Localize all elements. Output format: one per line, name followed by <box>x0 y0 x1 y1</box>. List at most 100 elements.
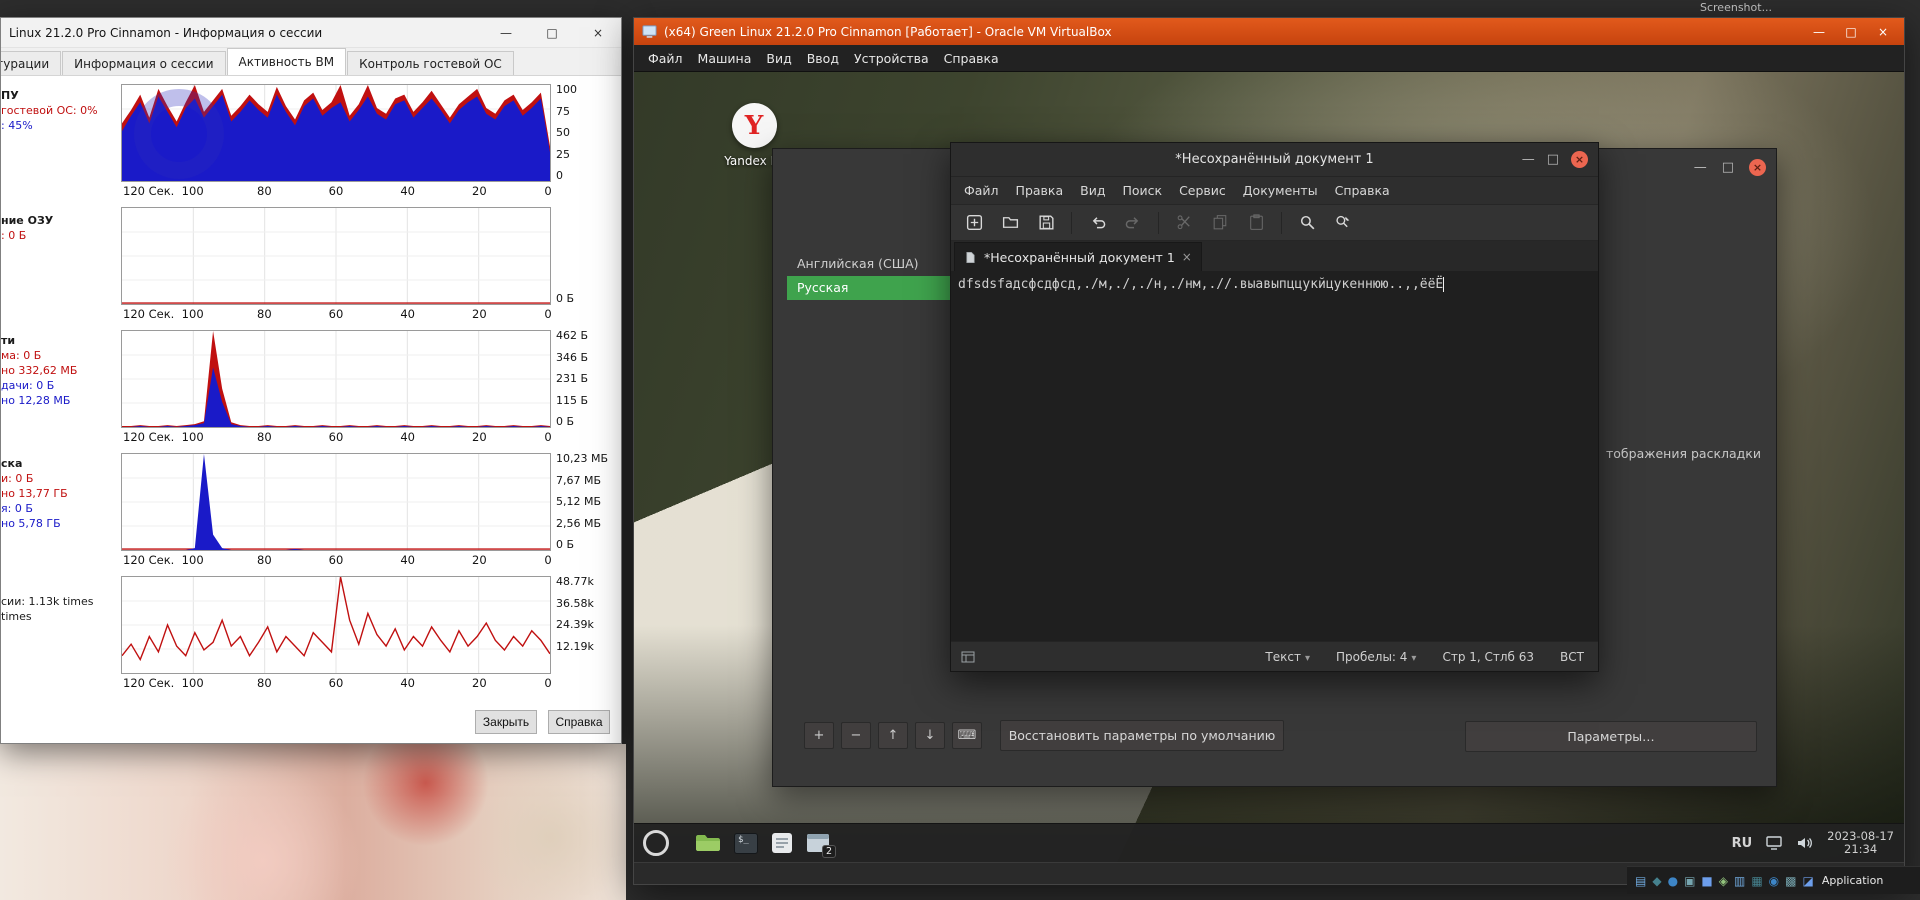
chart-vm-exits: сии: 1.13k times times 120 Сек. 100 80 60 40 20… <box>1 576 621 691</box>
chart-label-fragment: : 0 Б <box>1 229 27 242</box>
tray-app-label[interactable]: Application <box>1822 874 1883 887</box>
tray-icon[interactable]: ◆ <box>1652 875 1661 887</box>
session-tab[interactable]: гурации <box>1 51 62 75</box>
tray-icon[interactable]: ▦ <box>1751 875 1762 887</box>
vm-menu-item[interactable]: Файл <box>648 51 683 66</box>
tab-width-dropdown[interactable]: Пробелы: 4 ▾ <box>1336 650 1416 664</box>
vm-menu-item[interactable]: Машина <box>698 51 752 66</box>
layout-toolbar-button[interactable]: ↑ <box>878 722 908 749</box>
x-axis-label: 80 <box>257 430 272 444</box>
tray-icon[interactable]: ▣ <box>1684 875 1695 887</box>
chart-network: ти ма: 0 Б но 332,62 МБ дачи: 0 Б но 12,28 М… <box>1 330 621 445</box>
editor-menu-item[interactable]: Сервис <box>1179 183 1226 198</box>
keyboard-layout-indicator[interactable]: RU <box>1732 836 1753 851</box>
close-icon[interactable]: × <box>1571 151 1588 168</box>
vm-menu-item[interactable]: Устройства <box>854 51 929 66</box>
replace-button[interactable] <box>1332 212 1354 234</box>
minimize-icon[interactable]: — <box>1694 160 1707 175</box>
layout-toolbar-button[interactable]: + <box>804 722 834 749</box>
vm-activity-charts: ПУ гостевой ОС: 0%: 45% 120 Сек. 100 80 60 40 2… <box>1 84 621 699</box>
copy-button[interactable] <box>1209 212 1231 234</box>
tab-close-icon[interactable]: × <box>1182 250 1192 264</box>
x-axis-label: 60 <box>328 676 344 690</box>
vm-menu-item[interactable]: Вид <box>766 51 791 66</box>
x-axis-label: 20 <box>472 553 487 567</box>
chart-disk: ска и: 0 Б но 13,77 ГБ я: 0 Б но 5,78 ГБ 120 … <box>1 453 621 568</box>
x-axis-label: 40 <box>400 184 415 198</box>
clock[interactable]: 2023-08-17 21:34 <box>1827 830 1894 856</box>
file-manager-icon[interactable] <box>695 833 721 853</box>
restore-defaults-button[interactable]: Восстановить параметры по умолчанию <box>1000 720 1284 751</box>
y-axis-label <box>556 250 621 262</box>
vm-menu-item[interactable]: Справка <box>944 51 999 66</box>
session-window-titlebar[interactable]: Linux 21.2.0 Pro Cinnamon - Информация о… <box>1 18 621 48</box>
x-axis-label: 40 <box>400 430 415 444</box>
network-icon[interactable] <box>1765 835 1783 851</box>
editor-titlebar[interactable]: *Несохранённый документ 1 — □ × <box>951 143 1598 177</box>
x-axis-label: 80 <box>257 553 272 567</box>
tray-icon[interactable]: ■ <box>1701 875 1712 887</box>
terminal-icon[interactable]: $_ <box>734 832 758 854</box>
editor-text-area[interactable]: dfsdsfадсфсдфсд,./м,./,./н,./нм,.//.выав… <box>951 271 1598 641</box>
close-icon[interactable]: × <box>1868 25 1898 39</box>
find-button[interactable] <box>1296 212 1318 234</box>
x-axis-label: 0 <box>544 553 552 567</box>
tray-icon[interactable]: ◪ <box>1803 875 1814 887</box>
maximize-icon[interactable]: □ <box>1722 160 1734 175</box>
vm-activity-content: ПУ гостевой ОС: 0%: 45% 120 Сек. 100 80 60 40 2… <box>1 76 621 743</box>
y-axis-label <box>556 207 621 219</box>
close-button[interactable]: Закрыть <box>475 710 537 734</box>
y-axis-label: 462 Б <box>556 329 589 342</box>
save-button[interactable] <box>1035 212 1057 234</box>
undo-button[interactable] <box>1086 212 1108 234</box>
session-tab[interactable]: Информация о сессии <box>62 51 226 75</box>
menu-button[interactable] <box>643 830 669 856</box>
tray-icon[interactable]: ● <box>1668 875 1678 887</box>
paste-button[interactable] <box>1245 212 1267 234</box>
maximize-icon[interactable]: □ <box>529 18 575 47</box>
editor-menu-item[interactable]: Справка <box>1335 183 1390 198</box>
minimize-icon[interactable]: — <box>483 18 529 47</box>
layout-toolbar-button[interactable]: ⌨ <box>952 722 982 749</box>
volume-icon[interactable] <box>1796 835 1814 851</box>
minimize-icon[interactable]: — <box>1522 152 1535 167</box>
session-tab[interactable]: Контроль гостевой ОС <box>347 51 514 75</box>
close-icon[interactable]: × <box>1749 159 1766 176</box>
editor-menu-item[interactable]: Вид <box>1080 183 1105 198</box>
help-button[interactable]: Справка <box>548 710 610 734</box>
highlight-mode-dropdown[interactable]: Текст ▾ <box>1265 650 1310 664</box>
y-axis-label: 75 <box>556 104 570 118</box>
layout-toolbar-button[interactable]: ↓ <box>915 722 945 749</box>
maximize-icon[interactable]: □ <box>1547 152 1559 167</box>
editor-menu-item[interactable]: Поиск <box>1122 183 1162 198</box>
new-document-button[interactable] <box>963 212 985 234</box>
side-panel-toggle-icon[interactable] <box>961 650 975 664</box>
minimize-icon[interactable]: — <box>1804 25 1834 39</box>
tray-icon[interactable]: ◈ <box>1719 875 1728 887</box>
layout-toolbar-button[interactable]: − <box>841 722 871 749</box>
close-icon[interactable]: × <box>575 18 621 47</box>
editor-tabbar: *Несохранённый документ 1 × <box>951 241 1598 271</box>
tray-icon[interactable]: ▩ <box>1785 875 1796 887</box>
window-group-taskbar-icon[interactable]: 2 <box>806 833 836 858</box>
editor-menu-item[interactable]: Документы <box>1243 183 1318 198</box>
maximize-icon[interactable]: □ <box>1836 25 1866 39</box>
text-editor-taskbar-icon[interactable] <box>771 832 793 854</box>
options-button[interactable]: Параметры… <box>1465 721 1757 752</box>
tray-icon[interactable]: ▤ <box>1635 875 1646 887</box>
vm-window-titlebar[interactable]: (x64) Green Linux 21.2.0 Pro Cinnamon [Р… <box>634 18 1904 45</box>
document-tab[interactable]: *Несохранённый документ 1 × <box>954 242 1202 271</box>
editor-menu-item[interactable]: Файл <box>964 183 999 198</box>
tray-icon[interactable]: ▥ <box>1734 875 1745 887</box>
vm-menu-item[interactable]: Ввод <box>807 51 839 66</box>
session-tab[interactable]: Активность ВМ <box>226 48 347 75</box>
editor-menu-item[interactable]: Правка <box>1016 183 1064 198</box>
cut-button[interactable] <box>1173 212 1195 234</box>
tray-icon[interactable]: ◉ <box>1769 875 1779 887</box>
x-axis-label: 0 <box>544 307 552 321</box>
open-button[interactable] <box>999 212 1021 234</box>
chart-label-fragment: times <box>1 610 32 623</box>
cinnamon-panel: $_ 2 RU 2023-08-17 21:34 <box>634 823 1904 862</box>
toolbar-separator <box>1281 211 1282 234</box>
redo-button[interactable] <box>1122 212 1144 234</box>
